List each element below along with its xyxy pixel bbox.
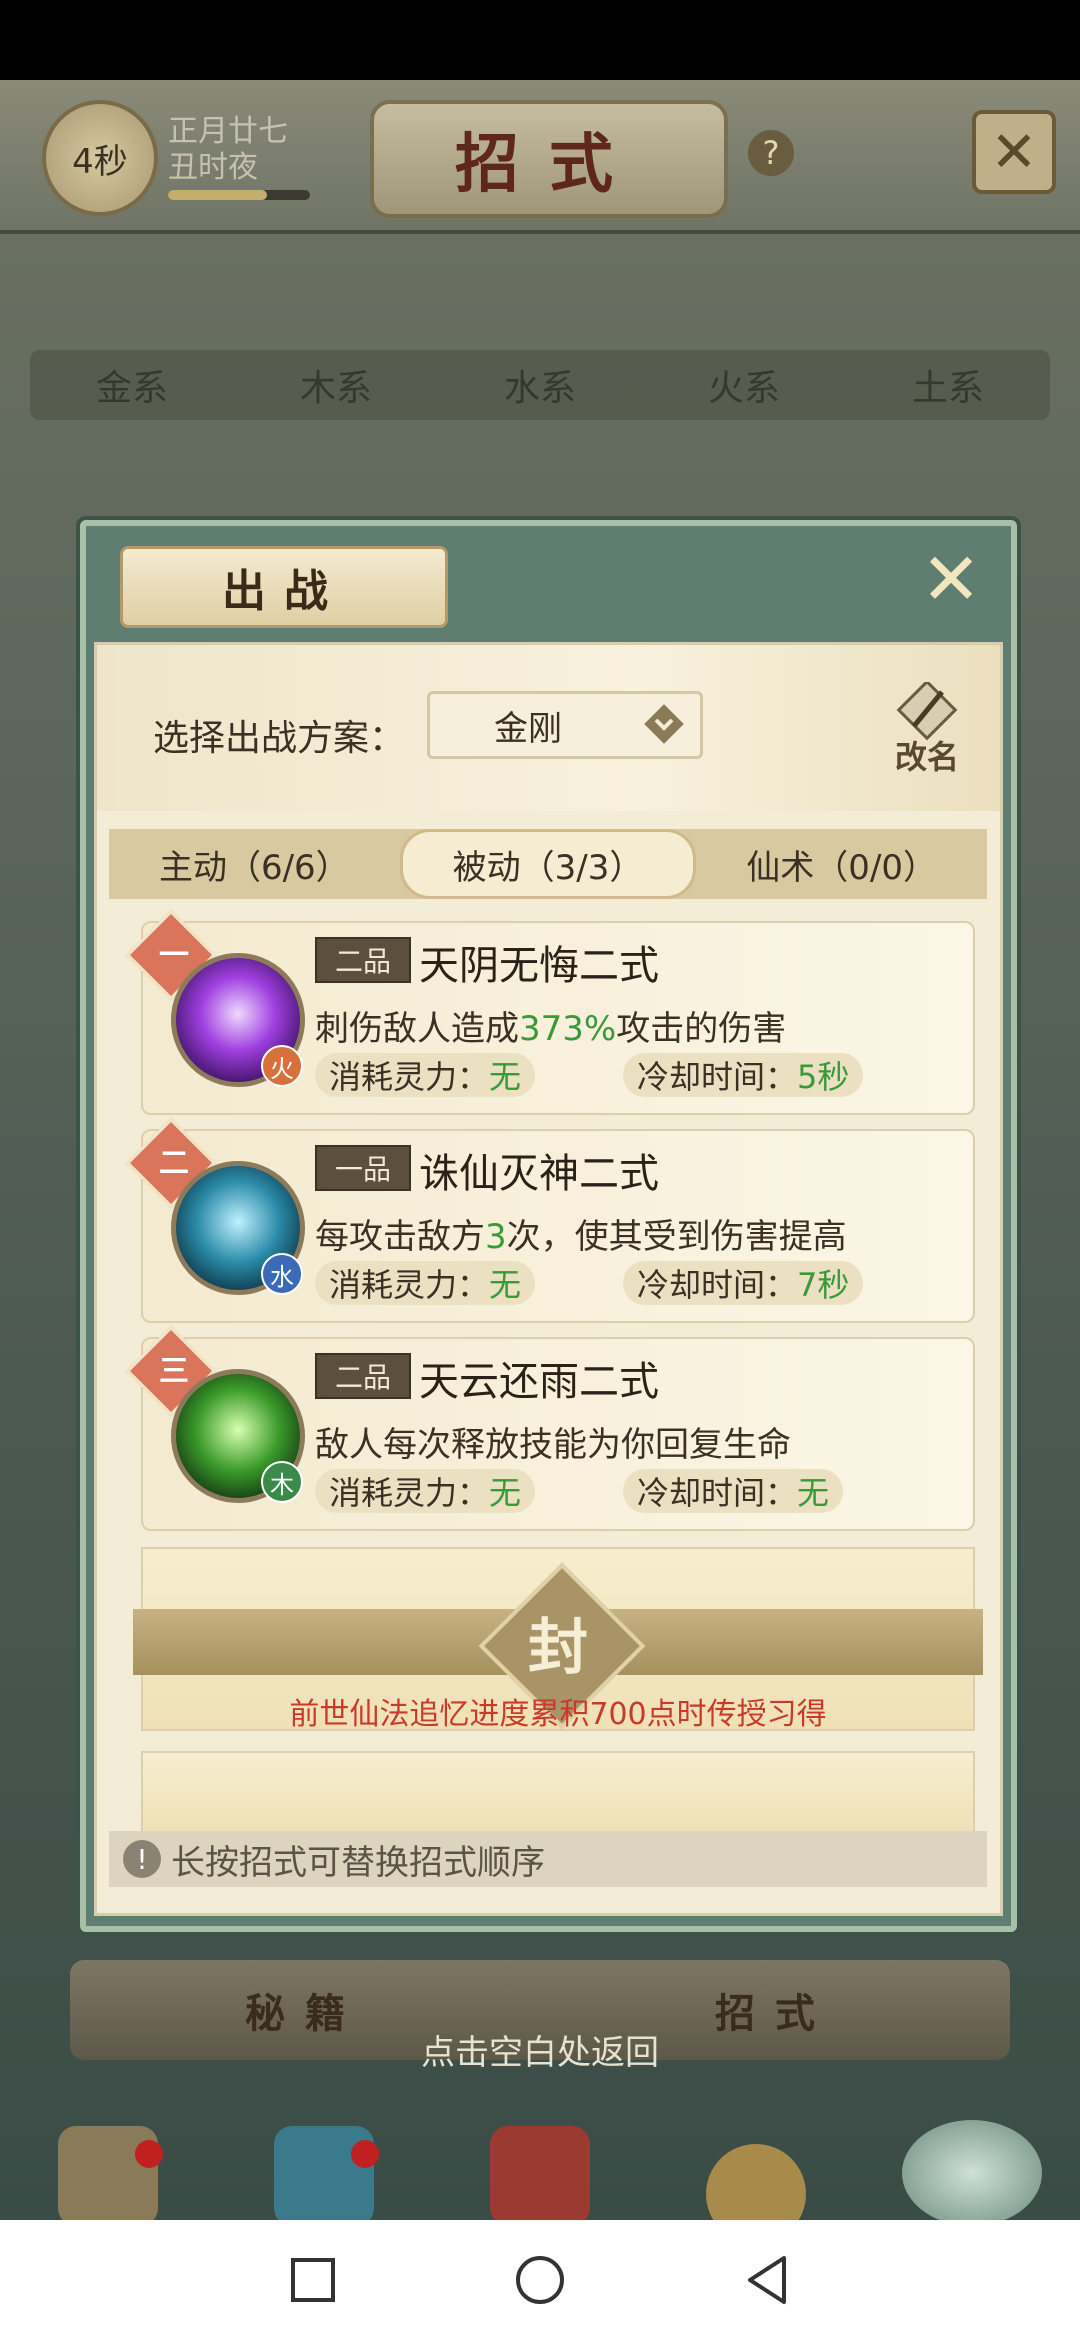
skill-card[interactable]: 一 火 二品 天阴无悔二式 刺伤敌人造成373%攻击的伤害 消耗灵力：无 冷却时… <box>125 909 975 1115</box>
tab-water[interactable]: 水系 <box>504 359 576 411</box>
world-icon <box>902 2120 1042 2220</box>
bag-icon <box>706 2144 806 2220</box>
tab-spells[interactable]: 仙术（0/0） <box>696 829 987 899</box>
cost-pill: 消耗灵力：无 <box>315 1469 536 1513</box>
skill-desc: 敌人每次释放技能为你回复生命 <box>315 1425 791 1465</box>
rank-number: 一 <box>159 938 189 973</box>
cost-pill: 消耗灵力：无 <box>315 1053 536 1097</box>
element-badge: 火 <box>261 1045 303 1087</box>
cooldown-pill: 冷却时间：无 <box>623 1469 844 1513</box>
scheme-label: 选择出战方案： <box>153 718 406 759</box>
grade-tag: 二品 <box>315 937 411 983</box>
seal-char: 封 <box>528 1612 588 1683</box>
sealed-slot[interactable]: 封 前世仙法追忆进度累积700点时传授习得 <box>133 1547 983 1732</box>
game-screen: 4秒 正月廿七 丑时夜 招式 ? ✕ 金系 木系 水系 火系 土系 出战 ✕ 选… <box>0 80 1080 2220</box>
skill-name: 天云还雨二式 <box>419 1359 659 1405</box>
info-icon: ! <box>123 1840 161 1878</box>
tab-fire[interactable]: 火系 <box>708 359 780 411</box>
rank-number: 三 <box>159 1354 189 1389</box>
tab-earth[interactable]: 土系 <box>912 359 984 411</box>
skill-name: 天阴无悔二式 <box>419 943 659 989</box>
skill-name: 诛仙灭神二式 <box>419 1151 659 1197</box>
chevron-down-icon <box>644 704 684 744</box>
scheme-value: 金刚 <box>494 708 562 749</box>
panel-body: 选择出战方案： 金刚 改名 主动（6/6） 被动（3/3） 仙术（0/0） 一 … <box>94 642 1003 1916</box>
panel-title: 出战 <box>120 546 448 628</box>
element-badge: 水 <box>261 1253 303 1295</box>
home-icon[interactable] <box>513 2253 567 2307</box>
grade-tag: 一品 <box>315 1145 411 1191</box>
cooldown-pill: 冷却时间： 7秒 <box>623 1261 864 1305</box>
scheme-dropdown[interactable]: 金刚 <box>427 691 703 759</box>
tab-metal[interactable]: 金系 <box>96 359 168 411</box>
rename-label: 改名 <box>894 738 959 776</box>
unlock-requirement: 前世仙法追忆进度累积700点时传授习得 <box>289 1697 827 1732</box>
back-icon[interactable] <box>742 2253 792 2307</box>
notification-dot <box>135 2140 163 2168</box>
banner-icon <box>490 2126 590 2220</box>
tab-active-skills[interactable]: 主动（6/6） <box>109 829 400 899</box>
skill-card[interactable]: 三 木 二品 天云还雨二式 敌人每次释放技能为你回复生命 消耗灵力：无 冷却时间… <box>125 1325 975 1531</box>
game-nav: 玄境 洞府 师门 行囊 人间 <box>0 2080 1080 2220</box>
nav-dongfu[interactable]: 洞府 <box>249 2120 399 2220</box>
nav-renjian[interactable]: 人间 <box>897 2120 1047 2220</box>
skill-type-tabs: 主动（6/6） 被动（3/3） 仙术（0/0） <box>109 829 987 899</box>
notification-dot <box>351 2140 379 2168</box>
element-tabs: 金系 木系 水系 火系 土系 <box>30 350 1050 420</box>
nav-shimen[interactable]: 师门 <box>465 2120 615 2220</box>
recent-apps-icon[interactable] <box>288 2255 338 2305</box>
cost-pill: 消耗灵力：无 <box>315 1261 536 1305</box>
android-nav-bar <box>0 2220 1080 2340</box>
scheme-row: 选择出战方案： 金刚 改名 <box>97 645 1000 811</box>
element-badge: 木 <box>261 1461 303 1503</box>
cooldown-pill: 冷却时间： 5秒 <box>623 1053 864 1097</box>
tip-bar: ! 长按招式可替换招式顺序 <box>109 1831 987 1887</box>
date-line-2: 丑时夜 <box>168 150 258 185</box>
time-progress-bar <box>168 190 310 200</box>
return-hint[interactable]: 点击空白处返回 <box>0 2025 1080 2074</box>
sealed-slot-partial[interactable] <box>141 1751 975 1835</box>
time-progress-fill <box>168 190 268 200</box>
nav-xingnang[interactable]: 行囊 <box>681 2120 831 2220</box>
panel-close-icon[interactable]: ✕ <box>916 537 986 621</box>
rename-button[interactable]: 改名 <box>877 675 977 785</box>
tab-wood[interactable]: 木系 <box>300 359 372 411</box>
header: 4秒 正月廿七 丑时夜 招式 ? ✕ <box>0 80 1080 234</box>
close-icon[interactable]: ✕ <box>972 110 1056 194</box>
page-title: 招式 <box>370 100 728 218</box>
rank-number: 二 <box>159 1146 189 1181</box>
tip-text: 长按招式可替换招式顺序 <box>171 1842 545 1883</box>
battle-panel: 出战 ✕ 选择出战方案： 金刚 改名 主动（6/6） 被动（3/3） 仙术（0/… <box>80 520 1017 1932</box>
skill-desc: 刺伤敌人造成373%攻击的伤害 <box>315 1009 787 1049</box>
tab-passive-skills[interactable]: 被动（3/3） <box>399 829 697 899</box>
grade-tag: 二品 <box>315 1353 411 1399</box>
skill-card[interactable]: 二 水 一品 诛仙灭神二式 每攻击敌方3次，使其受到伤害提高 消耗灵力：无 冷却… <box>125 1117 975 1323</box>
help-icon[interactable]: ? <box>748 130 794 176</box>
skill-desc: 每攻击敌方3次，使其受到伤害提高 <box>315 1217 847 1257</box>
top-black-bar <box>0 0 1080 80</box>
nav-xuanjing[interactable]: 玄境 <box>33 2120 183 2220</box>
timer-badge: 4秒 <box>42 100 158 216</box>
